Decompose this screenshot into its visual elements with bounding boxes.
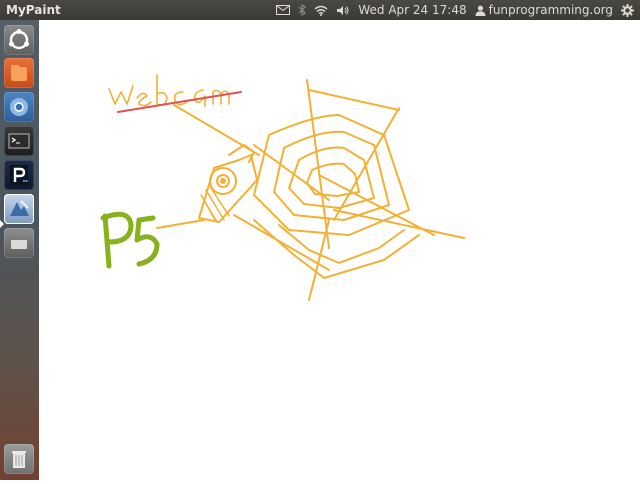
terminal-icon: [8, 133, 30, 149]
user-menu[interactable]: funprogramming.org: [475, 3, 613, 17]
bluetooth-icon[interactable]: [298, 4, 307, 16]
launcher: [0, 20, 39, 480]
browser-button[interactable]: [4, 92, 34, 122]
webcam-body: [198, 154, 258, 223]
webcam-handwriting: [108, 74, 230, 107]
window-icon: [11, 237, 27, 249]
mypaint-icon: [10, 200, 29, 216]
mypaint-button[interactable]: [4, 194, 34, 224]
files-button[interactable]: [4, 58, 34, 88]
top-panel: MyPaint Wed Apr 24 17:48 funprogramming.…: [0, 0, 640, 20]
mail-icon[interactable]: [276, 5, 291, 15]
sketch: [100, 74, 465, 301]
ubuntu-logo-icon: [9, 29, 29, 50]
terminal-button[interactable]: [4, 126, 34, 156]
files-icon: [11, 65, 27, 81]
chromium-icon: [10, 98, 28, 116]
trash-button[interactable]: [4, 444, 34, 474]
user-name: funprogramming.org: [488, 3, 613, 17]
trash-icon: [12, 451, 26, 468]
volume-icon[interactable]: [336, 5, 350, 16]
dash-button[interactable]: [4, 25, 34, 55]
processing-icon: [10, 165, 28, 185]
drawing-canvas[interactable]: [39, 20, 640, 480]
gear-icon[interactable]: [621, 3, 634, 17]
processing-button[interactable]: [4, 160, 34, 190]
indicator-area: Wed Apr 24 17:48 funprogramming.org: [276, 0, 634, 20]
lens-dot: [220, 178, 226, 184]
user-icon: [475, 5, 486, 16]
p5-handwriting: [100, 211, 160, 269]
app-title: MyPaint: [6, 3, 61, 17]
clock[interactable]: Wed Apr 24 17:48: [358, 3, 466, 17]
wifi-icon[interactable]: [314, 5, 328, 16]
window-button[interactable]: [4, 228, 34, 258]
